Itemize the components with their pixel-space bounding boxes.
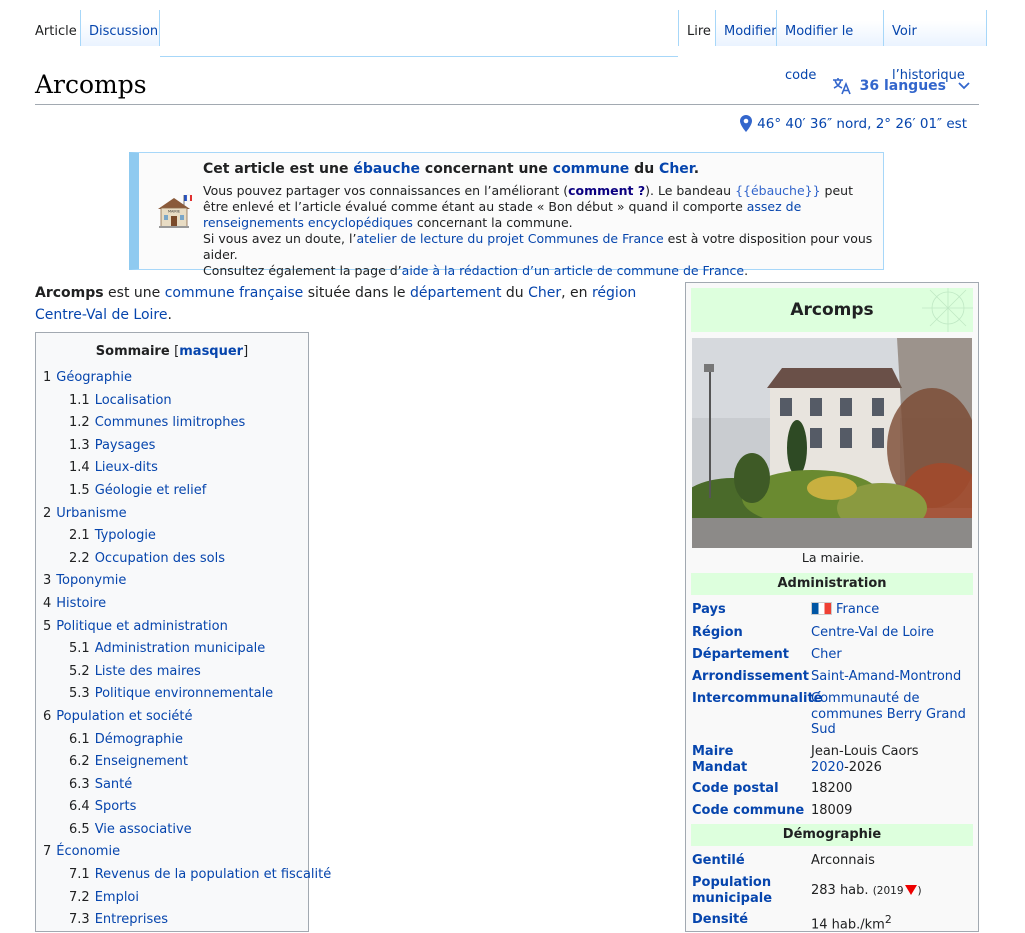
svg-text:MAIRIE: MAIRIE: [168, 210, 180, 214]
toc-item[interactable]: 6.4 Sports: [36, 796, 308, 819]
link-commune-francaise[interactable]: commune française: [165, 285, 304, 301]
translate-icon: [832, 78, 851, 95]
tab-article[interactable]: Article: [27, 10, 80, 46]
label-code-postal[interactable]: Code postal: [692, 781, 810, 797]
toc-item[interactable]: 5.3 Politique environnementale: [36, 683, 308, 706]
label-gentile[interactable]: Gentilé: [692, 853, 810, 869]
value-arrondissement[interactable]: Saint-Amand-Montrond: [811, 669, 976, 685]
value-maire: Jean-Louis Caors: [811, 744, 919, 759]
toc-item[interactable]: 6.3 Santé: [36, 774, 308, 797]
toc-item[interactable]: 6.1 Démographie: [36, 729, 308, 752]
page-title: Arcomps: [35, 70, 147, 99]
toc-item[interactable]: 2 Urbanisme: [36, 503, 308, 526]
infobox-title: Arcomps: [691, 288, 973, 332]
chevron-down-icon: [958, 82, 970, 90]
photo-caption: La mairie.: [801, 550, 865, 565]
stub-heading: Cet article est une ébauche concernant u…: [203, 161, 700, 177]
link-departement[interactable]: département: [410, 285, 501, 301]
value-intercommunalite[interactable]: Communauté de communes Berry Grand Sud: [811, 691, 976, 738]
language-count: 36 langues: [859, 78, 946, 94]
toc-item[interactable]: 2.2 Occupation des sols: [36, 548, 308, 571]
toc-list: 1 Géographie 1.1 Localisation 1.2 Communes …: [36, 367, 331, 932]
table-of-contents: Sommaire [masquer] 1 Géographie 1.1 Locali…: [35, 332, 331, 932]
label-densite[interactable]: Densité: [692, 912, 810, 928]
title-divider: [35, 104, 979, 105]
toc-title: Sommaire [masquer]: [95, 344, 249, 359]
value-code-commune: 18009: [811, 803, 853, 818]
link-cher[interactable]: Cher: [528, 285, 561, 301]
value-region[interactable]: Centre-Val de Loire: [811, 625, 976, 641]
stub-text: Vous pouvez partager vos connaissances e…: [203, 183, 873, 278]
stub-link-commune[interactable]: commune: [553, 161, 630, 177]
label-code-commune[interactable]: Code commune: [692, 803, 810, 819]
toc-item[interactable]: 2.1 Typologie: [36, 525, 308, 548]
tab-edit-source[interactable]: Modifier le code: [776, 10, 883, 83]
infobox: Arcomps La mairie. Administration Pays F…: [685, 282, 979, 932]
tab-discussion[interactable]: Discussion: [80, 10, 160, 46]
toc-item[interactable]: 1.1 Localisation: [36, 390, 308, 413]
tab-history[interactable]: Voir l’historique: [883, 10, 987, 83]
value-population: 283 hab.: [811, 883, 869, 898]
label-population[interactable]: Population municipale: [692, 875, 810, 906]
compass-rose-icon: [922, 288, 973, 332]
language-button[interactable]: 36 langues: [832, 77, 970, 95]
toc-item[interactable]: 1 Géographie: [36, 367, 308, 390]
toc-item[interactable]: 4 Histoire: [36, 593, 308, 616]
toc-item[interactable]: 5 Politique et administration: [36, 616, 308, 639]
coordinates[interactable]: 46° 40′ 36″ nord, 2° 26′ 01″ est: [740, 115, 967, 132]
decrease-arrow-icon: [904, 885, 917, 895]
toc-item[interactable]: 6.2 Enseignement: [36, 751, 308, 774]
toc-toggle[interactable]: masquer: [179, 344, 243, 359]
france-flag-icon: [811, 602, 832, 615]
section-demographie: Démographie: [691, 824, 973, 846]
toc-item[interactable]: 7 Économie: [36, 841, 308, 864]
stub-link-cher[interactable]: Cher: [659, 161, 694, 177]
label-pays[interactable]: Pays: [692, 602, 810, 618]
town-hall-icon: MAIRIE: [158, 194, 192, 228]
label-arrondissement[interactable]: Arrondissement: [692, 669, 810, 685]
stub-link-how[interactable]: comment ?: [568, 183, 645, 198]
toc-item[interactable]: 6.5 Vie associative: [36, 819, 308, 842]
stub-link-template[interactable]: {{ébauche}}: [735, 183, 821, 198]
coordinates-text: 46° 40′ 36″ nord, 2° 26′ 01″ est: [757, 115, 967, 132]
label-departement[interactable]: Département: [692, 647, 810, 663]
lead-paragraph: Arcomps est une commune française située…: [35, 285, 637, 323]
toc-item[interactable]: 3 Toponymie: [36, 570, 308, 593]
label-intercommunalite[interactable]: Intercommunalité: [692, 691, 823, 707]
value-departement[interactable]: Cher: [811, 647, 976, 663]
stub-banner: MAIRIE Cet article est une ébauche conce…: [129, 152, 884, 278]
tab-divider: [160, 56, 678, 57]
stub-link-workshop[interactable]: atelier de lecture du projet Communes de…: [356, 231, 663, 246]
section-administration: Administration: [691, 573, 973, 595]
toc-item[interactable]: 1.5 Géologie et relief: [36, 480, 308, 503]
tab-edit[interactable]: Modifier: [715, 10, 777, 46]
toc-item[interactable]: 5.2 Liste des maires: [36, 661, 308, 684]
toc-item[interactable]: 7.1 Revenus de la population et fiscalité: [36, 864, 331, 887]
value-gentile: Arconnais: [811, 853, 875, 868]
population-year: 2019: [876, 885, 904, 897]
toc-item[interactable]: 1.4 Lieux-dits: [36, 457, 308, 480]
map-pin-icon: [740, 115, 753, 132]
toc-item[interactable]: 7.2 Emploi: [36, 887, 308, 910]
label-region[interactable]: Région: [692, 625, 810, 641]
link-mandat-2020[interactable]: 2020: [811, 760, 844, 775]
toc-item[interactable]: 1.2 Communes limitrophes: [36, 412, 308, 435]
page-tabs: Article Discussion Lire Modifier Modifie…: [0, 10, 1025, 83]
value-code-postal: 18200: [811, 781, 853, 796]
stub-link-ebauche[interactable]: ébauche: [353, 161, 420, 177]
stub-link-help[interactable]: aide à la rédaction d’un article de comm…: [402, 263, 744, 278]
value-densite: 14 hab./km: [811, 917, 885, 933]
tab-read[interactable]: Lire: [678, 10, 715, 46]
toc-item[interactable]: 5.1 Administration municipale: [36, 638, 308, 661]
toc-item[interactable]: 7.3 Entreprises: [36, 909, 308, 932]
value-pays[interactable]: France: [836, 602, 879, 617]
town-hall-photo[interactable]: [692, 338, 972, 548]
toc-item[interactable]: 6 Population et société: [36, 706, 308, 729]
label-maire[interactable]: Maire Mandat: [692, 744, 810, 775]
toc-item[interactable]: 1.3 Paysages: [36, 435, 308, 458]
